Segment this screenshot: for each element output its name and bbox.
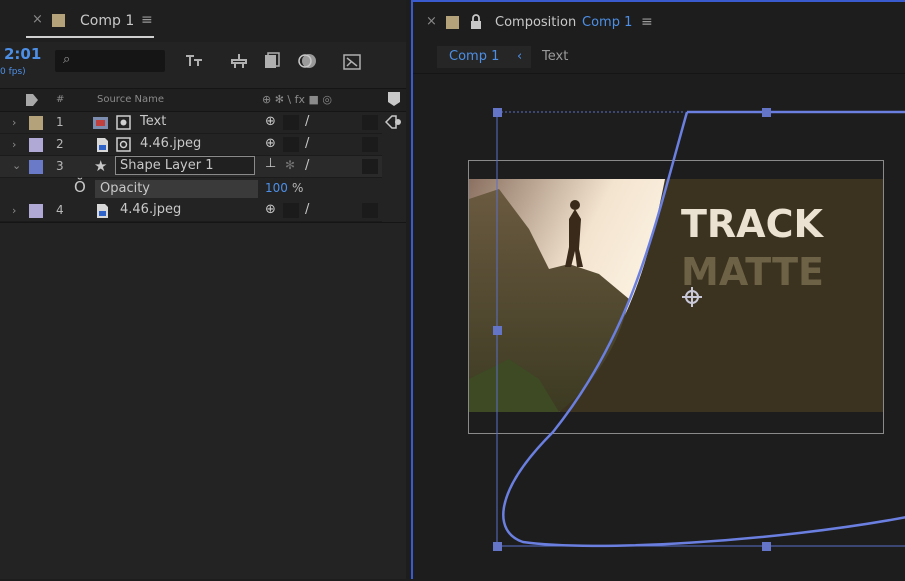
graph-editor-icon[interactable] [342, 51, 362, 71]
timeline-tab-bar: × Comp 1 ≡ [0, 0, 406, 42]
close-tab-icon[interactable]: × [32, 12, 43, 27]
image-icon [97, 138, 108, 152]
label-tag-icon[interactable] [24, 92, 40, 108]
panel-title-comp[interactable]: Comp 1 [582, 15, 632, 30]
effects-switch[interactable] [362, 203, 378, 218]
stopwatch-icon[interactable]: Ŏ [74, 178, 86, 196]
pre-comp-icon [116, 115, 131, 130]
shy-switch-icon[interactable]: ⊕ [265, 136, 276, 151]
breadcrumb-comp[interactable]: Comp 1 [449, 49, 499, 64]
opacity-label-bg: Opacity [95, 180, 258, 198]
quality-switch-icon[interactable]: / [305, 136, 309, 151]
close-tab-icon[interactable]: × [426, 14, 437, 29]
timeline-panel: × Comp 1 ≡ 2:01 0 fps) ⌕ # Source Name ⊕… [0, 0, 406, 579]
track-matte-pickwhip-icon[interactable] [385, 115, 403, 129]
layer-list-divider [0, 222, 406, 223]
path-vertex-handle[interactable] [493, 326, 502, 335]
layer-number: 3 [56, 159, 64, 173]
panel-menu-icon[interactable]: ≡ [141, 12, 153, 28]
layer-label-swatch[interactable] [29, 138, 43, 152]
opacity-label: Opacity [100, 181, 151, 196]
effects-switch[interactable] [362, 115, 378, 130]
effects-switch[interactable] [362, 159, 378, 174]
image-frame-icon [116, 137, 131, 152]
shy-switch-icon[interactable]: ⊥ [265, 156, 276, 171]
opacity-unit: % [292, 181, 304, 195]
opacity-value[interactable]: 100 [265, 181, 288, 195]
search-icon: ⌕ [63, 52, 71, 67]
lock-icon[interactable] [469, 14, 483, 30]
layer-name[interactable]: 4.46.jpeg [140, 136, 201, 151]
frame-blend-icon[interactable] [262, 52, 282, 70]
layer-name[interactable]: Text [140, 114, 166, 129]
active-tab-indicator [26, 36, 154, 38]
expand-chevron-icon[interactable]: › [12, 138, 16, 151]
shape-mask-path[interactable] [413, 72, 905, 581]
layer-number: 4 [56, 203, 64, 217]
flowchart-icon[interactable] [184, 52, 206, 70]
layer-number: 1 [56, 115, 64, 129]
comp-color-swatch [52, 14, 65, 27]
collapse-chevron-icon[interactable]: ⌄ [12, 159, 21, 172]
layer-name[interactable]: 4.46.jpeg [120, 202, 181, 217]
layer-number: 2 [56, 137, 64, 151]
layer-column-header: # Source Name ⊕ ✻ \ fx ■ ◎ [0, 88, 406, 112]
layer-name-edit-field[interactable]: Shape Layer 1 [115, 156, 255, 175]
comment-marker-icon [388, 92, 400, 106]
motion-blur-icon[interactable] [298, 52, 318, 70]
switches-header: ⊕ ✻ \ fx ■ ◎ [262, 93, 332, 106]
star-icon: ★ [94, 157, 108, 175]
breadcrumb-separator-icon: ‹ [517, 49, 523, 64]
path-vertex-handle[interactable] [762, 542, 771, 551]
quality-switch-icon[interactable]: / [305, 158, 309, 173]
image-icon [97, 204, 108, 218]
shy-switch-icon[interactable]: ⊕ [265, 202, 276, 217]
collapse-switch[interactable] [283, 115, 299, 130]
layer-label-swatch[interactable] [29, 116, 43, 130]
solo-icon[interactable] [228, 52, 250, 70]
source-name-header[interactable]: Source Name [97, 94, 164, 105]
layer-row[interactable]: › 1 Text ⊕ / [0, 112, 401, 134]
path-vertex-handle[interactable] [493, 542, 502, 551]
layer-name[interactable]: Shape Layer 1 [120, 158, 214, 173]
composition-panel: × Composition Comp 1 ≡ Comp 1 ‹ Text TRA… [411, 0, 905, 579]
layer-row[interactable]: › 2 4.46.jpeg ⊕ / [0, 134, 382, 156]
effects-switch[interactable] [362, 137, 378, 152]
expand-chevron-icon[interactable]: › [12, 204, 16, 217]
layer-number-header: # [56, 94, 65, 105]
current-time[interactable]: 2:01 [4, 45, 41, 63]
layer-label-swatch[interactable] [29, 204, 43, 218]
property-row-opacity: Ŏ Opacity 100 % [0, 178, 382, 199]
breadcrumb-active[interactable]: Comp 1 ‹ [437, 46, 531, 68]
panel-title: Composition [495, 15, 577, 30]
expand-chevron-icon[interactable]: › [12, 116, 16, 129]
layer-label-swatch[interactable] [29, 160, 43, 174]
fps-readout: 0 fps) [0, 67, 26, 77]
comp-color-swatch [446, 16, 459, 29]
panel-menu-icon[interactable]: ≡ [641, 14, 653, 30]
path-vertex-handle[interactable] [762, 108, 771, 117]
path-vertex-handle[interactable] [493, 108, 502, 117]
tab-comp-label[interactable]: Comp 1 [80, 13, 134, 29]
shy-switch-icon[interactable]: ⊕ [265, 114, 276, 129]
layer-row-selected[interactable]: ⌄ 3 ★ Shape Layer 1 ⊥ ✻ / [0, 156, 382, 178]
anchor-point-icon[interactable] [681, 286, 703, 308]
collapse-switch[interactable] [283, 203, 299, 218]
collapse-switch-icon[interactable]: ✻ [285, 158, 295, 172]
quality-switch-icon[interactable]: / [305, 114, 309, 129]
collapse-switch[interactable] [283, 137, 299, 152]
text-layer-icon [93, 117, 108, 129]
layer-row[interactable]: › 4 4.46.jpeg ⊕ / [0, 200, 382, 222]
breadcrumb-text[interactable]: Text [542, 49, 568, 64]
layer-search-input[interactable]: ⌕ [55, 50, 165, 72]
quality-switch-icon[interactable]: / [305, 202, 309, 217]
